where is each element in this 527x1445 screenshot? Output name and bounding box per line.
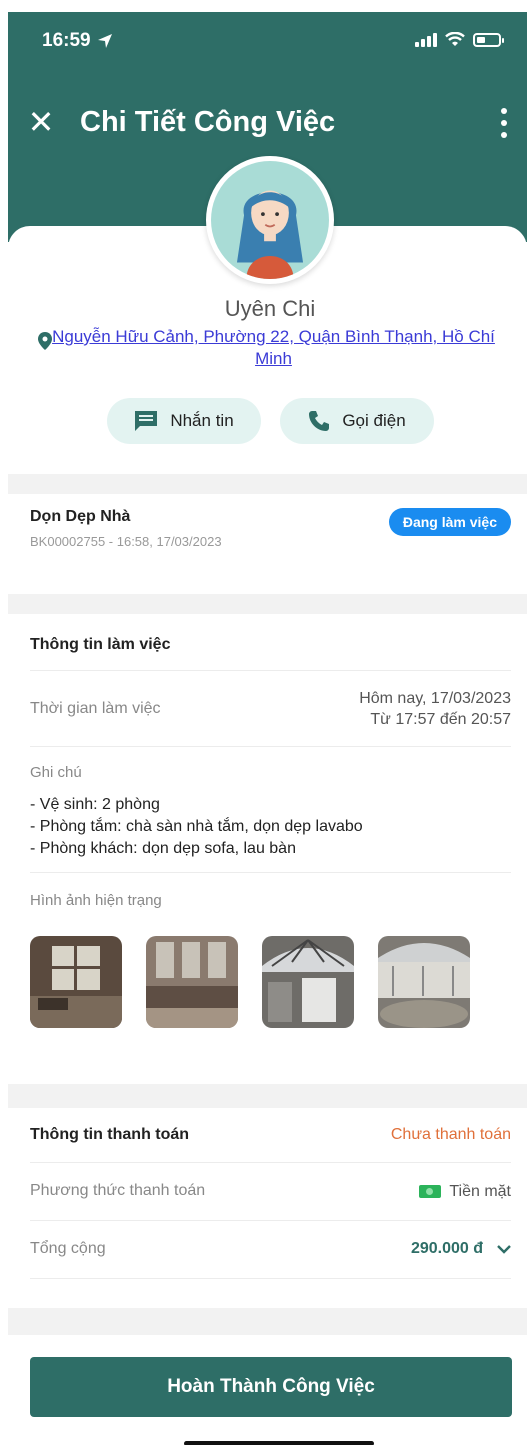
payment-title: Thông tin thanh toán [30, 1126, 190, 1143]
call-button[interactable]: Gọi điện [280, 398, 434, 444]
home-indicator [184, 1441, 374, 1445]
total-amount: 290.000 đ [410, 1240, 483, 1257]
work-date: Hôm nay, 17/03/2023 [359, 690, 511, 707]
payment-method-value: Tiền mặt [419, 1181, 511, 1202]
site-photo-3[interactable] [262, 936, 354, 1028]
payment-method-label: Phương thức thanh toán [30, 1182, 206, 1199]
work-hours: Từ 17:57 đến 20:57 [370, 711, 511, 728]
address-link[interactable]: Nguyễn Hữu Cảnh, Phường 22, Quận Bình Th… [36, 326, 511, 370]
note-item: - Vệ sinh: 2 phòng [30, 796, 160, 813]
work-time-label: Thời gian làm việc [30, 700, 161, 717]
avatar [206, 156, 334, 284]
work-info-title: Thông tin làm việc [30, 636, 171, 653]
status-badge: Đang làm việc [388, 508, 511, 536]
complete-job-button[interactable]: Hoàn Thành Công Việc [30, 1357, 512, 1417]
site-photo-1[interactable] [30, 936, 122, 1028]
divider [30, 746, 511, 747]
location-arrow-icon [97, 34, 112, 48]
clock-text: 16:59 [42, 30, 91, 51]
section-separator [8, 1308, 527, 1335]
site-photo-2[interactable] [146, 936, 238, 1028]
payment-method-text: Tiền mặt [449, 1183, 511, 1200]
job-title: Dọn Dẹp Nhà [30, 508, 131, 525]
divider [30, 872, 511, 873]
divider [30, 1278, 511, 1279]
work-time-value: Hôm nay, 17/03/2023 Từ 17:57 đến 20:57 [359, 688, 511, 730]
note-item: - Phòng tắm: chà sàn nhà tắm, dọn dẹp la… [30, 818, 363, 835]
payment-section: Thông tin thanh toán Chưa thanh toán Phư… [8, 1108, 527, 1308]
status-bar: 16:59 [8, 12, 527, 68]
payment-status: Chưa thanh toán [390, 1126, 511, 1143]
status-indicators [415, 32, 504, 47]
photo-gallery [30, 936, 510, 1028]
page-title: Chi Tiết Công Việc [80, 106, 336, 138]
total-label: Tổng cộng [30, 1240, 106, 1257]
note-item: - Phòng khách: dọn dẹp sofa, lau bàn [30, 840, 296, 857]
divider [30, 1162, 511, 1163]
message-label: Nhắn tin [170, 411, 234, 430]
footer: Hoàn Thành Công Việc [8, 1335, 527, 1445]
divider [30, 1220, 511, 1221]
section-separator [8, 594, 527, 614]
wifi-icon [445, 32, 465, 46]
message-button[interactable]: Nhắn tin [107, 398, 261, 444]
notes-list: - Vệ sinh: 2 phòng - Phòng tắm: chà sàn … [30, 794, 363, 860]
job-booking-meta: BK00002755 - 16:58, 17/03/2023 [30, 534, 222, 549]
more-options-icon[interactable] [497, 108, 511, 138]
cellular-signal-icon [415, 32, 437, 47]
user-name: Uyên Chi [224, 296, 316, 321]
total-amount-toggle[interactable]: 290.000 đ [411, 1240, 511, 1258]
status-time: 16:59 [42, 30, 113, 52]
phone-icon [309, 411, 330, 431]
cash-icon [419, 1185, 442, 1199]
job-summary-section: Dọn Dẹp Nhà BK00002755 - 16:58, 17/03/20… [8, 494, 527, 594]
call-label: Gọi điện [342, 411, 406, 430]
chevron-down-icon [497, 1245, 511, 1254]
divider [30, 670, 511, 671]
section-separator [8, 474, 527, 494]
site-photo-4[interactable] [378, 936, 470, 1028]
battery-icon [473, 32, 504, 47]
notes-label: Ghi chú [30, 764, 82, 781]
section-separator [8, 1084, 527, 1108]
title-bar: ✕ Chi Tiết Công Việc [8, 104, 527, 144]
chat-icon [135, 411, 158, 431]
work-info-section: Thông tin làm việc Thời gian làm việc Hô… [8, 614, 527, 1084]
close-icon[interactable]: ✕ [26, 104, 56, 140]
photos-label: Hình ảnh hiện trạng [30, 892, 162, 909]
